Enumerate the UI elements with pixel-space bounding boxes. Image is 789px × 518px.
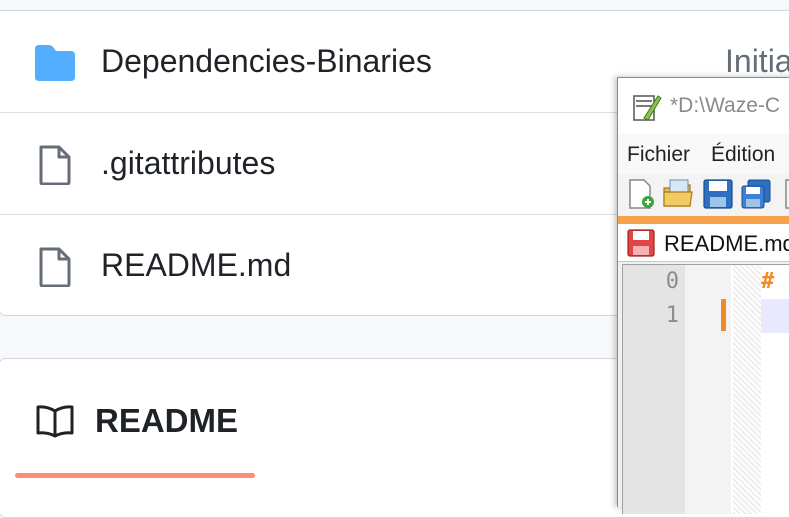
file-icon xyxy=(39,145,71,185)
active-tab-underline xyxy=(15,473,255,478)
file-icon xyxy=(39,247,71,287)
active-tab-accent xyxy=(618,216,789,224)
code-area[interactable]: # ! xyxy=(761,265,789,514)
save-all-icon[interactable] xyxy=(740,178,772,210)
editor-area[interactable]: 0 1 # ! xyxy=(622,264,789,514)
commit-message[interactable]: Initia xyxy=(725,41,789,81)
file-name[interactable]: Dependencies-Binaries xyxy=(101,41,432,81)
open-folder-icon[interactable] xyxy=(662,178,694,210)
file-name[interactable]: .gitattributes xyxy=(101,143,275,183)
tab-readme-md[interactable]: README.md xyxy=(664,231,789,257)
menu-bar: Fichier Édition xyxy=(618,134,789,174)
readme-tab-label: README xyxy=(95,402,239,439)
code-line[interactable]: ! xyxy=(785,303,789,328)
new-file-icon[interactable] xyxy=(624,178,656,210)
line-number: 1 xyxy=(665,303,679,328)
notepad-app-icon xyxy=(633,95,662,121)
line-number: 0 xyxy=(665,269,679,294)
book-icon xyxy=(36,405,74,438)
file-name[interactable]: README.md xyxy=(101,245,291,285)
menu-fichier[interactable]: Fichier xyxy=(627,143,690,167)
line-number-gutter: 0 1 xyxy=(623,265,685,514)
folder-icon xyxy=(35,45,75,81)
document-tab-bar: README.md xyxy=(618,224,789,262)
unsaved-file-icon xyxy=(627,229,655,257)
fold-margin[interactable] xyxy=(733,265,761,514)
toolbar xyxy=(618,174,789,216)
close-file-icon[interactable] xyxy=(780,178,789,210)
notepad-window[interactable]: *D:\Waze-C Fichier Édition README.md 0 1… xyxy=(617,77,789,514)
tab-readme[interactable]: README xyxy=(15,359,255,481)
window-title: *D:\Waze-C xyxy=(670,94,781,117)
save-icon[interactable] xyxy=(702,178,734,210)
menu-edition[interactable]: Édition xyxy=(711,143,775,167)
code-line[interactable]: # xyxy=(761,269,774,294)
window-titlebar[interactable]: *D:\Waze-C xyxy=(618,78,789,134)
change-history-marker xyxy=(721,299,726,331)
